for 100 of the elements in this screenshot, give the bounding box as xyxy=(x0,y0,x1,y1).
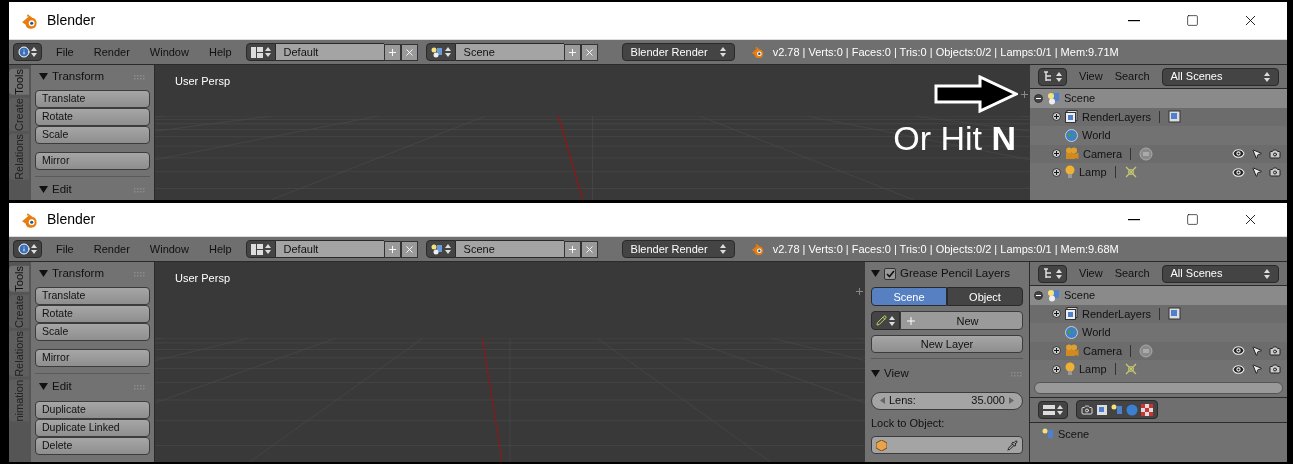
select-cursor-icon[interactable] xyxy=(1251,344,1263,357)
new-layer-button[interactable]: New Layer xyxy=(871,335,1023,354)
display-mode-dropdown[interactable]: All Scenes xyxy=(1161,264,1279,283)
select-cursor-icon[interactable] xyxy=(1251,363,1263,376)
collapse-triangle-icon[interactable] xyxy=(871,369,880,379)
menu-item[interactable]: View xyxy=(1079,265,1103,282)
tool-tab[interactable]: Relations xyxy=(9,330,29,377)
expand-toggle-icon[interactable] xyxy=(1052,112,1061,122)
source-toggle[interactable]: Object xyxy=(947,287,1023,307)
expand-toggle-icon[interactable] xyxy=(1052,346,1061,356)
menu-item[interactable]: Render xyxy=(87,43,136,61)
tool-tab[interactable]: Create xyxy=(9,294,29,328)
menu-item[interactable]: Search xyxy=(1114,68,1150,85)
layout-name-field[interactable]: Default xyxy=(275,240,384,258)
collapse-toggle-icon[interactable] xyxy=(1034,93,1043,103)
grip-dots-icon[interactable] xyxy=(134,186,146,193)
editor-type-button[interactable] xyxy=(13,43,42,61)
tool-button[interactable]: Scale xyxy=(35,323,150,342)
visibility-eye-icon[interactable] xyxy=(1232,344,1245,358)
tool-tab[interactable]: Create xyxy=(9,97,29,131)
tool-tab[interactable]: Tools xyxy=(9,69,29,95)
pencil-type-button[interactable] xyxy=(871,311,900,331)
expand-toggle-icon[interactable] xyxy=(1052,149,1061,159)
editor-type-button[interactable] xyxy=(13,240,42,258)
tool-button[interactable]: Duplicate Linked xyxy=(35,418,150,437)
select-cursor-icon[interactable] xyxy=(1251,147,1263,160)
scene-icon[interactable] xyxy=(1111,403,1123,416)
visibility-eye-icon[interactable] xyxy=(1232,147,1245,161)
menu-item[interactable]: Help xyxy=(202,43,238,61)
window-title: Blender xyxy=(47,11,96,30)
grip-dots-icon[interactable] xyxy=(134,270,146,277)
expand-toggle-icon[interactable] xyxy=(1052,364,1061,374)
outliner-row[interactable]: Scene xyxy=(1030,286,1287,305)
visibility-eye-icon[interactable] xyxy=(1232,362,1245,376)
tool-button[interactable]: Translate xyxy=(35,287,150,306)
shortcut-hint: Or Hit N xyxy=(893,121,1016,155)
tool-button[interactable]: Translate xyxy=(35,90,150,109)
editor-type-button[interactable] xyxy=(1038,400,1068,419)
tool-tab[interactable]: Tools xyxy=(9,266,29,292)
menu-item[interactable]: Render xyxy=(87,240,136,258)
render-camera-icon[interactable] xyxy=(1081,403,1093,416)
menu-item[interactable]: View xyxy=(1079,68,1103,85)
collapse-triangle-icon[interactable] xyxy=(871,269,880,279)
render-layers-icon[interactable] xyxy=(1096,403,1108,416)
tool-button[interactable]: Delete xyxy=(35,436,150,455)
render-camera-icon[interactable] xyxy=(1269,166,1281,179)
outliner-item-label: Lamp xyxy=(1079,165,1107,180)
render-engine-dropdown[interactable]: Blender Render xyxy=(621,240,735,258)
panel-checkbox[interactable] xyxy=(884,267,896,280)
tool-tab[interactable]: nimation xyxy=(9,379,29,422)
editor-type-button[interactable] xyxy=(1038,67,1067,86)
panel-toggle-icon[interactable] xyxy=(856,288,863,295)
select-cursor-icon[interactable] xyxy=(1251,166,1263,179)
render-camera-icon[interactable] xyxy=(1269,344,1281,357)
collapse-triangle-icon[interactable] xyxy=(39,185,48,195)
menu-item[interactable]: Help xyxy=(202,240,238,258)
scene-type-button[interactable] xyxy=(425,43,456,61)
scene-name-field[interactable]: Scene xyxy=(455,240,564,258)
scene-type-button[interactable] xyxy=(425,240,456,258)
collapse-triangle-icon[interactable] xyxy=(39,72,48,82)
tool-button[interactable]: Mirror xyxy=(35,152,150,171)
grip-dots-icon[interactable] xyxy=(134,73,146,80)
collapse-toggle-icon[interactable] xyxy=(1034,290,1043,300)
source-toggle[interactable]: Scene xyxy=(871,287,947,307)
tool-button[interactable]: Rotate xyxy=(35,108,150,127)
minimize-icon xyxy=(1128,19,1140,22)
expand-toggle-icon[interactable] xyxy=(1052,167,1061,177)
render-engine-dropdown[interactable]: Blender Render xyxy=(621,43,735,61)
editor-type-button[interactable] xyxy=(1038,264,1067,283)
panel-toggle-icon[interactable] xyxy=(1021,91,1028,98)
tool-button[interactable]: Mirror xyxy=(35,349,150,368)
tool-button[interactable]: Rotate xyxy=(35,305,150,324)
tool-button[interactable]: Scale xyxy=(35,126,150,145)
checker-icon[interactable] xyxy=(1141,403,1153,416)
render-camera-icon[interactable] xyxy=(1269,147,1281,160)
display-mode-dropdown[interactable]: All Scenes xyxy=(1161,67,1279,86)
menu-item[interactable]: Window xyxy=(143,43,195,61)
object-field[interactable] xyxy=(871,436,1023,454)
render-camera-icon[interactable] xyxy=(1269,363,1281,376)
menu-item[interactable]: Window xyxy=(143,240,195,258)
layout-type-button[interactable] xyxy=(245,43,276,61)
expand-toggle-icon[interactable] xyxy=(1052,309,1061,319)
context-tabs[interactable] xyxy=(1076,400,1158,419)
menu-item[interactable]: Search xyxy=(1114,265,1150,282)
visibility-eye-icon[interactable] xyxy=(1232,165,1245,179)
menu-item[interactable]: File xyxy=(50,43,80,61)
new-button[interactable]: New xyxy=(900,311,1023,331)
grip-dots-icon[interactable] xyxy=(1011,370,1023,377)
collapse-triangle-icon[interactable] xyxy=(39,269,48,279)
horizontal-scrollbar[interactable] xyxy=(1034,381,1283,394)
menu-item[interactable]: File xyxy=(50,240,80,258)
collapse-triangle-icon[interactable] xyxy=(39,382,48,392)
outliner-row[interactable]: Scene xyxy=(1030,89,1287,108)
grip-dots-icon[interactable] xyxy=(134,383,146,390)
tool-tab[interactable]: Relations xyxy=(9,133,29,180)
scene-name-field[interactable]: Scene xyxy=(455,43,564,61)
tool-button[interactable]: Duplicate xyxy=(35,400,150,419)
updown-arrows-icon xyxy=(444,244,451,254)
layout-name-field[interactable]: Default xyxy=(275,43,384,61)
layout-type-button[interactable] xyxy=(245,240,276,258)
